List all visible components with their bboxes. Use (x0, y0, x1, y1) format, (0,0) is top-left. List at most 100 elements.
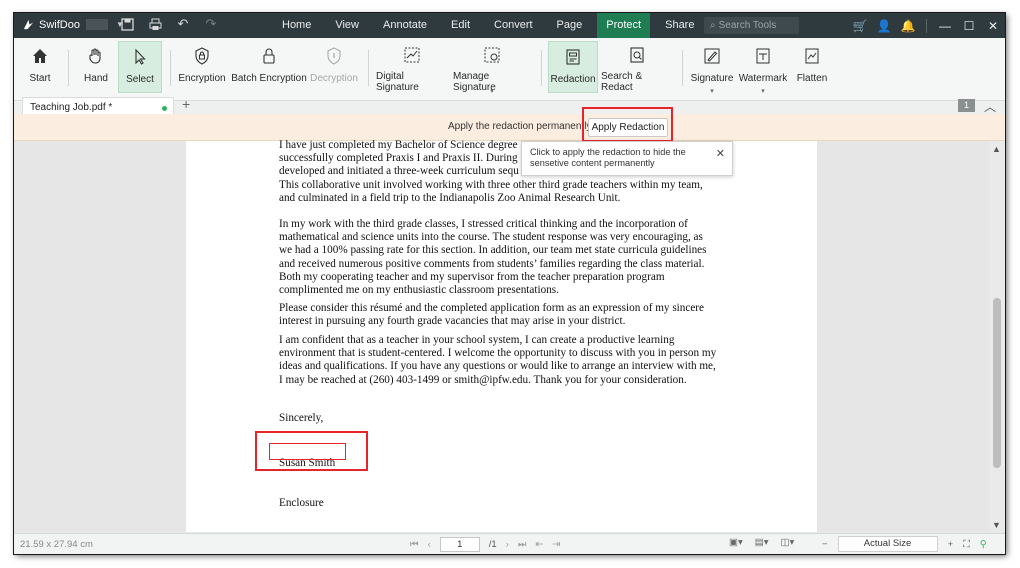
redo-icon[interactable]: ↷ (204, 16, 218, 31)
close-icon[interactable]: ✕ (716, 149, 725, 160)
new-tab-icon[interactable]: + (182, 96, 190, 112)
account-box[interactable] (85, 19, 108, 30)
window-controls: 🛒 👤 🔔 — ☐ ✕ (848, 13, 1005, 38)
search-redact-label: Search & Redact (601, 71, 643, 93)
two-page-icon[interactable]: ◫▾ (781, 537, 795, 548)
document-tab-title: Teaching Job.pdf * (30, 102, 113, 113)
text-line: In my work with the third grade classes,… (279, 218, 688, 230)
digital-signature-label: Digital Signature (376, 71, 419, 93)
redaction-button[interactable]: Redaction (548, 41, 598, 93)
menu-home[interactable]: Home (270, 13, 323, 38)
document-viewport[interactable]: I have just completed my Bachelor of Sci… (14, 139, 1005, 532)
main-menu: Home View Annotate Edit Convert Page Pro… (270, 13, 753, 38)
text-line: mathematical and science units into the … (279, 231, 703, 244)
undo-icon[interactable]: ↶ (176, 16, 190, 31)
manage-signature-button[interactable]: Manage Signature ▾ (453, 41, 531, 95)
flatten-label: Flatten (796, 73, 828, 84)
page-layout-icon[interactable]: ▤▾ (755, 537, 769, 548)
chevron-down-icon[interactable]: ▾ (490, 87, 494, 95)
text-line: and received numerous positive comments … (279, 257, 705, 270)
search-tools-input[interactable]: ⌕ Search Tools (704, 17, 799, 34)
redaction-icon (562, 46, 584, 68)
watermark-button[interactable]: Watermark ▾ (738, 41, 788, 95)
zoom-in-icon[interactable]: + (948, 539, 954, 550)
back-view-icon[interactable]: ⇤ (535, 539, 543, 550)
decryption-button[interactable]: Decryption (310, 41, 358, 93)
vertical-scrollbar[interactable]: ▲ ▼ (989, 141, 1005, 532)
batch-encryption-label: Batch Encryption (231, 73, 307, 84)
menu-page[interactable]: Page (545, 13, 595, 38)
print-icon[interactable] (148, 17, 162, 31)
fullscreen-icon[interactable]: ⛶ (963, 539, 970, 550)
redaction-notice-bar: Apply the redaction permanently Apply Re… (14, 107, 1005, 142)
close-icon[interactable]: ✕ (981, 19, 1005, 33)
search-redact-button[interactable]: Search & Redact (601, 41, 673, 93)
menu-annotate[interactable]: Annotate (371, 13, 439, 38)
batch-encryption-button[interactable]: Batch Encryption (231, 41, 307, 93)
chevron-up-icon[interactable]: ▲ (992, 144, 1001, 154)
flatten-button[interactable]: Flatten (794, 41, 830, 93)
chevron-down-icon[interactable]: ▾ (761, 87, 765, 95)
app-menu[interactable]: SwifDoo ▼ (22, 18, 124, 31)
text-line: This collaborative unit involved working… (279, 178, 703, 191)
menu-view[interactable]: View (323, 13, 371, 38)
text-line: I am confident that as a teacher in your… (279, 334, 675, 346)
text-line: environment that is student-centered. I … (279, 347, 717, 360)
chevron-down-icon[interactable]: ▾ (710, 87, 714, 95)
menu-edit[interactable]: Edit (439, 13, 482, 38)
signature-button[interactable]: Signature ▾ (690, 41, 734, 95)
text-line: ideas and qualifications. If you have an… (279, 360, 716, 373)
next-page-icon[interactable]: › (506, 539, 509, 550)
start-button[interactable]: Start (22, 41, 58, 93)
status-bar: 21.59 x 27.94 cm ⏮ ‹ 1 /1 › ⏭ ⇤ ⇥ ▣▾ ▤▾ … (14, 533, 1005, 554)
zoom-level-select[interactable]: Actual Size (837, 536, 938, 552)
collapse-ribbon-icon[interactable]: ︿ (984, 98, 996, 115)
zoom-controls: − Actual Size + ⛶ ⚲ (822, 536, 987, 552)
app-window: SwifDoo ▼ ↶ ↷ Home View Annotate Edit Co… (14, 13, 1005, 554)
enclosure-text: Enclosure (279, 497, 324, 509)
first-page-icon[interactable]: ⏮ (410, 539, 419, 550)
lock-shield-icon (191, 45, 213, 67)
digital-signature-icon (401, 45, 423, 65)
search-icon: ⌕ (710, 20, 716, 31)
divider (68, 50, 69, 86)
chevron-down-icon[interactable]: ▼ (992, 520, 1001, 530)
home-icon (29, 45, 51, 67)
divider (368, 50, 369, 86)
bell-icon[interactable]: 🔔 (896, 19, 920, 33)
page-dimensions: 21.59 x 27.94 cm (20, 539, 93, 550)
highlight-box (582, 107, 673, 142)
pin-icon[interactable]: ⚲ (980, 539, 987, 550)
watermark-icon (752, 45, 774, 67)
select-button[interactable]: Select (118, 41, 162, 93)
ribbon-toolbar: Start Hand Select Encryption Batch Encry… (14, 38, 1005, 101)
text-line: complimented me on my enthusiastic class… (279, 284, 559, 297)
view-mode-controls: ▣▾ ▤▾ ◫▾ (729, 537, 794, 548)
cart-icon[interactable]: 🛒 (848, 19, 872, 33)
menu-protect[interactable]: Protect (597, 13, 651, 38)
prev-page-icon[interactable]: ‹ (428, 539, 431, 550)
text-line: we had a 100% passing rate for this sect… (279, 244, 707, 257)
page-navigation: ⏮ ‹ 1 /1 › ⏭ ⇤ ⇥ (410, 537, 560, 552)
tooltip-text: Click to apply the redaction to hide the… (530, 147, 686, 168)
minimize-icon[interactable]: — (933, 19, 957, 33)
redaction-tooltip: Click to apply the redaction to hide the… (521, 141, 733, 176)
hand-button[interactable]: Hand (78, 41, 114, 93)
menu-share[interactable]: Share (653, 13, 706, 38)
zoom-out-icon[interactable]: − (822, 539, 828, 550)
page-number-input[interactable]: 1 (439, 537, 480, 552)
forward-view-icon[interactable]: ⇥ (552, 539, 560, 550)
save-icon[interactable] (120, 17, 134, 31)
app-name: SwifDoo (39, 18, 80, 31)
text-line: Both my cooperating teacher and my super… (279, 270, 665, 283)
fit-page-icon[interactable]: ▣▾ (729, 537, 743, 548)
scroll-thumb[interactable] (993, 298, 1001, 468)
menu-convert[interactable]: Convert (482, 13, 545, 38)
search-redact-icon (626, 45, 648, 65)
digital-signature-button[interactable]: Digital Signature (376, 41, 448, 93)
encryption-button[interactable]: Encryption (178, 41, 226, 93)
account-icon[interactable]: 👤 (872, 19, 896, 33)
divider (926, 18, 927, 33)
last-page-icon[interactable]: ⏭ (518, 539, 527, 550)
maximize-icon[interactable]: ☐ (957, 19, 981, 33)
